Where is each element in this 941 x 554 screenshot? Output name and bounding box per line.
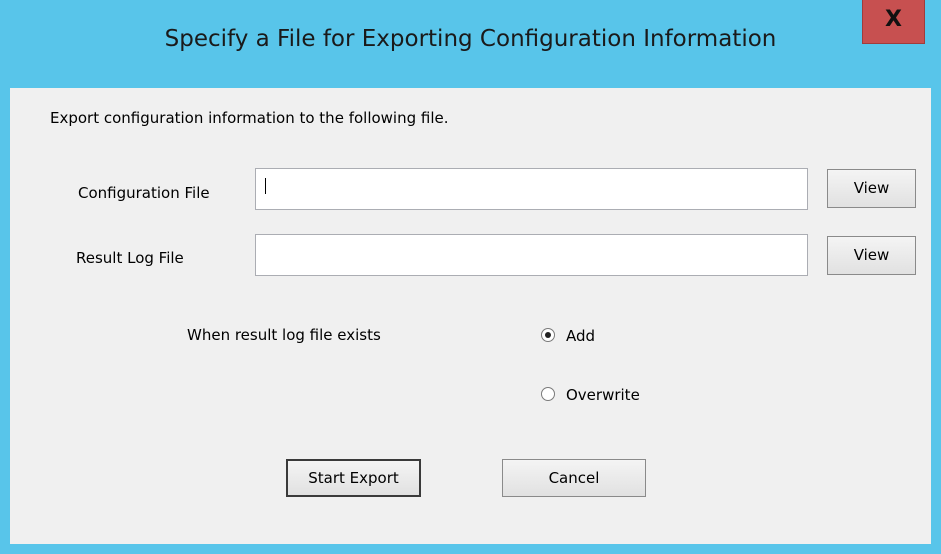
start-export-button[interactable]: Start Export bbox=[286, 459, 421, 497]
config-file-input[interactable] bbox=[255, 168, 808, 210]
close-icon: X bbox=[885, 7, 902, 32]
exists-option-label: When result log file exists bbox=[187, 326, 381, 344]
dialog-body: Export configuration information to the … bbox=[10, 88, 931, 544]
title-bar[interactable]: Specify a File for Exporting Configurati… bbox=[0, 0, 941, 88]
result-log-file-input[interactable] bbox=[255, 234, 808, 276]
text-caret bbox=[265, 178, 266, 194]
radio-selected-dot bbox=[545, 332, 551, 338]
instruction-text: Export configuration information to the … bbox=[50, 109, 449, 127]
radio-add-label[interactable]: Add bbox=[566, 327, 595, 345]
cancel-button[interactable]: Cancel bbox=[502, 459, 646, 497]
radio-overwrite-circle[interactable] bbox=[541, 387, 555, 401]
radio-add-circle[interactable] bbox=[541, 328, 555, 342]
radio-add[interactable]: Add bbox=[541, 327, 661, 347]
config-file-view-button[interactable]: View bbox=[827, 169, 916, 208]
result-log-file-label: Result Log File bbox=[76, 249, 184, 267]
config-file-label: Configuration File bbox=[78, 184, 210, 202]
window-title: Specify a File for Exporting Configurati… bbox=[164, 26, 777, 52]
close-button[interactable]: X bbox=[862, 0, 925, 44]
radio-overwrite[interactable]: Overwrite bbox=[541, 386, 701, 406]
result-log-file-view-button[interactable]: View bbox=[827, 236, 916, 275]
dialog-window: Specify a File for Exporting Configurati… bbox=[0, 0, 941, 554]
radio-overwrite-label[interactable]: Overwrite bbox=[566, 386, 640, 404]
